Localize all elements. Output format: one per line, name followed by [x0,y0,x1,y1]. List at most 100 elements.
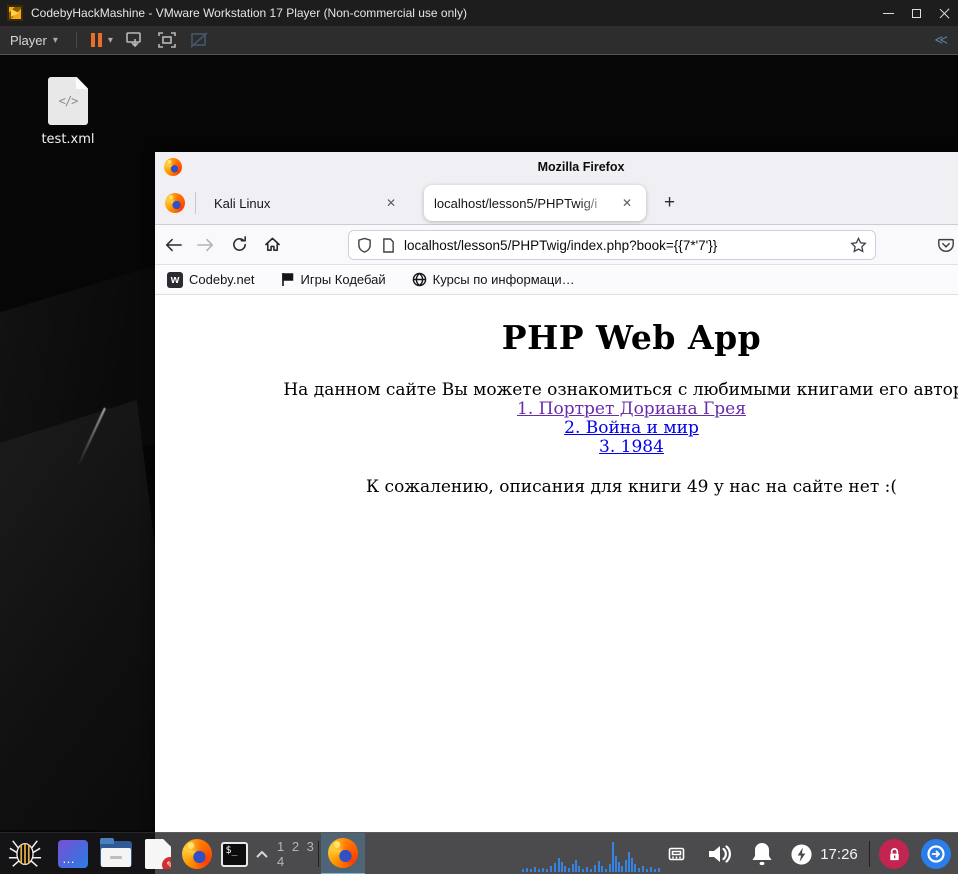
network-port-tray-icon[interactable] [664,833,688,874]
clock[interactable]: 17:26 [816,833,862,874]
lock-icon [879,839,909,869]
new-tab-button[interactable]: + [656,192,683,214]
book-link-2[interactable]: 2. Война и мир [155,419,958,438]
book-link-3[interactable]: 3. 1984 [155,438,958,457]
ethernet-icon [668,847,684,861]
unity-disabled-icon [190,32,208,48]
folder-icon [100,838,132,867]
firefox-window-button[interactable] [321,833,365,874]
intro-text: На данном сайте Вы можете ознакомиться с… [283,380,958,400]
desktop-app-icon: … [58,840,88,868]
tab-kali-linux[interactable]: Kali Linux ✕ [204,185,410,221]
pocket-icon [938,238,954,252]
terminal-launcher-button[interactable]: $_ [218,833,250,874]
globe-icon [412,272,426,287]
home-button[interactable] [257,231,287,259]
kali-dragon-icon [8,840,42,867]
power-manager-tray-icon[interactable] [787,833,815,874]
text-editor-button[interactable]: ✎ [140,833,176,874]
logout-arrow-icon [921,839,951,869]
close-icon [939,8,950,19]
lightning-icon [790,843,812,865]
reload-icon [232,236,246,251]
bookmark-kursy[interactable]: Курсы по информаци… [412,272,575,287]
desktop-file-testxml[interactable]: </> test.xml [26,77,110,147]
kali-taskbar: … ✎ $_ 1 2 3 4 17:26 [0,832,958,874]
applications-menu-button[interactable] [2,833,48,874]
vm-desktop: </> test.xml Mozilla Firefox Kali Linux … [0,55,958,874]
firefox-view-button[interactable] [165,193,185,213]
lock-screen-button[interactable] [877,833,911,874]
maximize-icon [911,8,921,18]
logout-button[interactable] [918,833,954,874]
pocket-button[interactable] [932,231,958,259]
tab-divider [195,192,196,214]
tab-localhost-active[interactable]: localhost/lesson5/PHPTwig/i ✕ [424,185,646,221]
speaker-icon [709,845,731,863]
page-title: PHP Web App [501,318,762,357]
close-button[interactable] [930,0,958,26]
firefox-window-title: Mozilla Firefox [537,160,625,174]
tab-label: Kali Linux [214,195,271,211]
url-input[interactable] [404,237,846,253]
back-button[interactable] [158,231,188,259]
bookmark-codeby[interactable]: w Codeby.net [167,271,255,288]
vmware-titlebar: CodebyHackMashine - VMware Workstation 1… [0,0,958,26]
firefox-titlebar[interactable]: Mozilla Firefox [155,152,958,182]
maximize-button[interactable] [902,0,930,26]
bookmarks-toolbar: w Codeby.net Игры Кодебай Курсы по инфор… [155,265,958,295]
book-link-1[interactable]: 1. Портрет Дориана Грея [155,400,958,419]
suspend-vm-button[interactable]: ▾ [85,33,119,47]
back-arrow-icon [165,238,182,251]
web-page: PHP Web App На данном сайте Вы можете оз… [155,295,958,872]
vmware-window-title: CodebyHackMashine - VMware Workstation 1… [31,6,467,20]
document-icon: ✎ [145,839,171,869]
tab-close-button[interactable]: ✕ [618,194,636,212]
player-menu-button[interactable]: Player ▾ [0,26,68,54]
file-manager-button[interactable] [97,833,135,874]
bookmark-label: Codeby.net [189,272,255,287]
tab-strip: Kali Linux ✕ localhost/lesson5/PHPTwig/i… [155,182,958,225]
notifications-tray-icon[interactable] [743,833,781,874]
firefox-icon [328,838,358,868]
dots-glyph: … [62,851,76,866]
desktop-file-label: test.xml [41,132,95,147]
url-bar[interactable] [348,230,876,260]
bookmark-label: Курсы по информаци… [432,272,575,287]
pause-icon [90,33,102,47]
bell-icon [752,843,772,866]
xml-file-icon: </> [48,77,88,125]
firefox-window: Mozilla Firefox Kali Linux ✕ localhost/l… [155,152,958,874]
fullscreen-button[interactable] [154,29,180,51]
firefox-launcher-button[interactable] [179,833,215,874]
window-controls [874,0,958,26]
navigation-toolbar [155,225,958,265]
panel-divider [869,841,870,867]
error-message: К сожалению, описания для книги 49 у нас… [365,477,897,497]
tab-close-button[interactable]: ✕ [382,194,400,212]
fullscreen-icon [158,32,176,48]
page-info-icon [383,237,394,253]
volume-tray-icon[interactable] [700,833,740,874]
workspace-switcher[interactable]: 1 2 3 4 [277,833,317,874]
network-graph[interactable] [520,833,662,874]
show-desktop-button[interactable]: … [56,833,90,874]
reload-button[interactable] [224,231,254,259]
bookmark-star-icon[interactable] [850,237,867,253]
chevron-up-icon [256,850,268,858]
flag-icon [281,273,293,286]
panel-expand-button[interactable] [251,833,273,874]
codeby-favicon: w [167,271,183,288]
pencil-badge-icon: ✎ [162,857,171,869]
tab-label: localhost/lesson5/PHPTwig/i [434,195,598,211]
bookmark-label: Игры Кодебай [300,272,386,287]
send-ctrl-alt-del-button[interactable] [122,29,148,51]
chevron-down-icon: ▾ [52,34,58,46]
minimize-button[interactable] [874,0,902,26]
bookmark-igry-kodebay[interactable]: Игры Кодебай [281,272,386,287]
vmware-toolbar: Player ▾ ▾ ≪ [0,26,958,55]
network-graph-bars [522,842,660,872]
code-glyph-icon: </> [58,94,79,108]
toolbar-collapse-button[interactable]: ≪ [934,32,948,48]
minimize-icon [882,12,894,14]
